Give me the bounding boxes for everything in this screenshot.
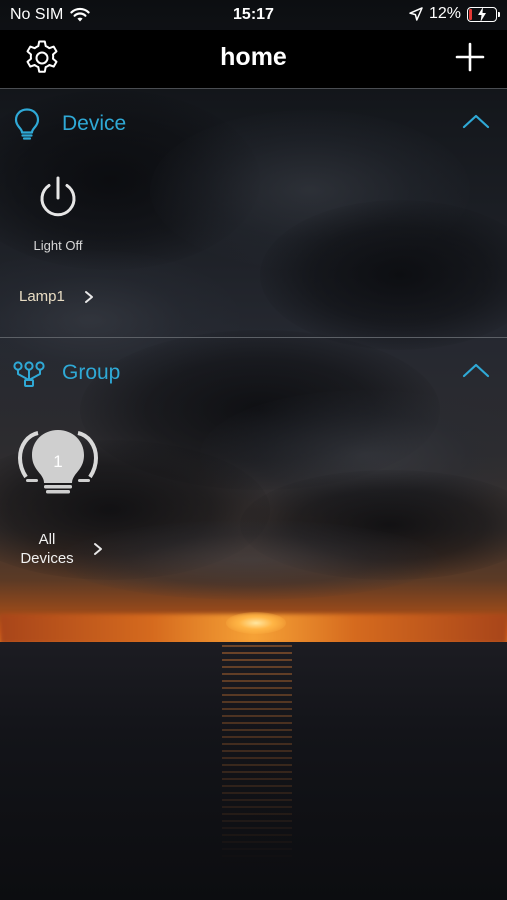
group-device-count: 1 <box>53 452 62 471</box>
status-right: 12% <box>409 5 500 23</box>
battery-percent: 12% <box>428 5 461 22</box>
chevron-right-icon[interactable] <box>83 290 95 304</box>
location-arrow-icon <box>409 7 423 21</box>
status-bar: No SIM 15:17 12% <box>0 0 507 30</box>
group-name: All Devices <box>20 531 74 567</box>
bolt-icon <box>478 6 486 22</box>
device-section-title: Device <box>62 112 127 135</box>
device-row-lamp1[interactable]: Lamp1 <box>19 288 95 305</box>
group-network-icon <box>13 361 45 387</box>
group-row-all-devices[interactable]: All Devices <box>14 530 104 568</box>
lightbulb-outline-icon <box>14 108 40 140</box>
battery-level-fill <box>469 8 472 20</box>
battery-charging-icon <box>467 6 500 22</box>
group-section-title: Group <box>62 361 121 384</box>
triple-bulb-icon[interactable]: 1 <box>17 425 99 497</box>
device-section-header[interactable]: Device <box>0 93 507 149</box>
collapse-chevron-up-icon[interactable] <box>461 361 491 379</box>
add-plus-icon[interactable] <box>453 40 487 74</box>
nav-divider <box>0 88 507 89</box>
device-name: Lamp1 <box>19 288 65 305</box>
device-status-label: Light Off <box>33 238 83 253</box>
group-tile-all-devices[interactable]: 1 <box>17 425 99 497</box>
device-tile-lamp1[interactable]: Light Off <box>20 172 96 262</box>
navigation-bar: home <box>0 30 507 88</box>
section-divider <box>0 337 507 338</box>
chevron-right-icon[interactable] <box>92 542 104 556</box>
power-icon[interactable] <box>36 174 80 222</box>
page-title: home <box>220 43 287 71</box>
group-section-header[interactable]: Group <box>0 342 507 398</box>
collapse-chevron-up-icon[interactable] <box>461 112 491 130</box>
